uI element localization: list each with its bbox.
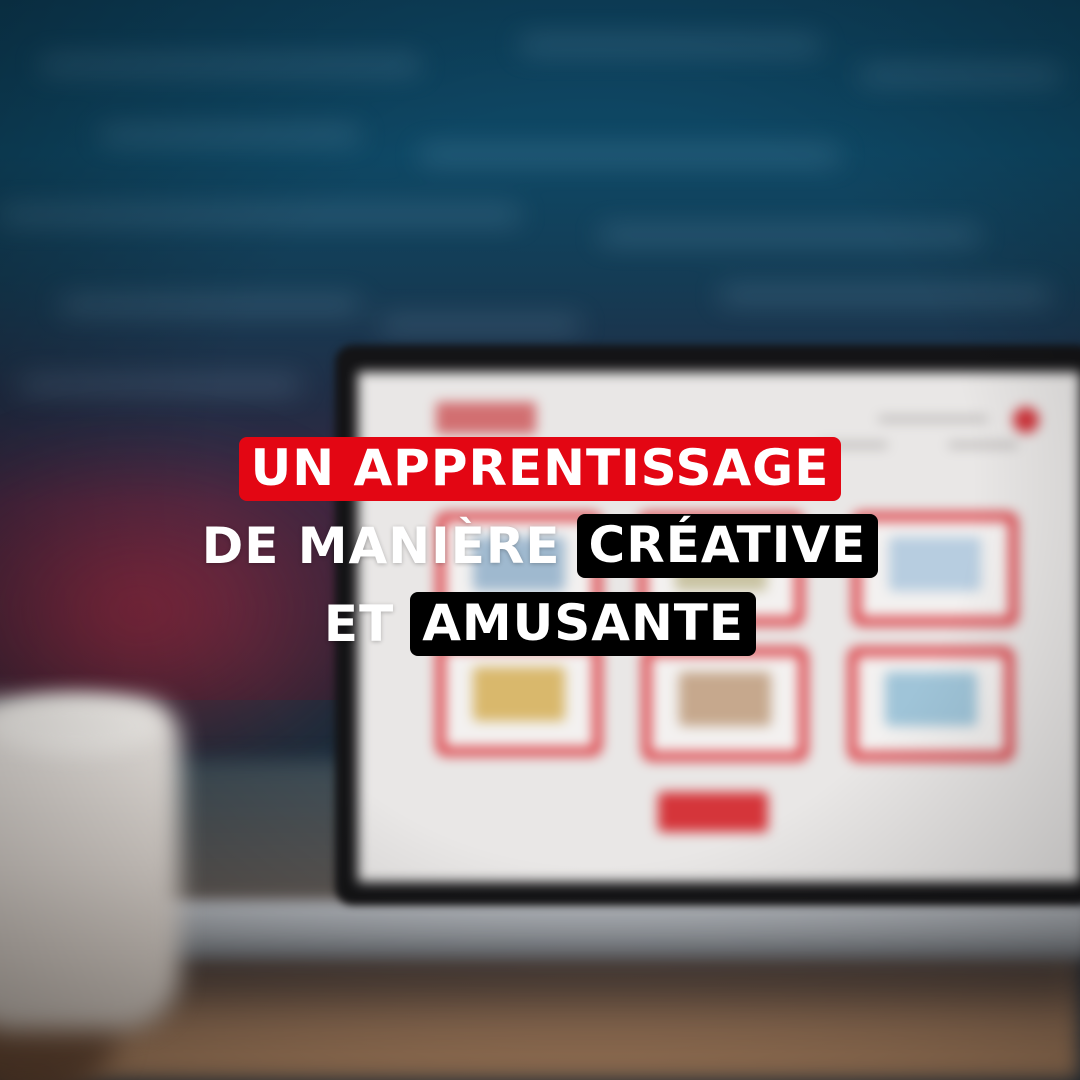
headline-plain-text: ET: [323, 595, 395, 653]
headline-black-highlight: CRÉATIVE: [576, 514, 879, 578]
headline-line-2: DE MANIÈRE CRÉATIVE: [202, 513, 879, 579]
headline-plain-text: DE MANIÈRE: [201, 517, 561, 575]
headline-line-1: UN APPRENTISSAGE: [238, 437, 842, 501]
headline-black-highlight: AMUSANTE: [410, 592, 757, 656]
headline-red-highlight: UN APPRENTISSAGE: [238, 437, 842, 501]
headline-line-3: ET AMUSANTE: [323, 591, 757, 657]
headline: UN APPRENTISSAGE DE MANIÈRE CRÉATIVE ET …: [0, 437, 1080, 669]
